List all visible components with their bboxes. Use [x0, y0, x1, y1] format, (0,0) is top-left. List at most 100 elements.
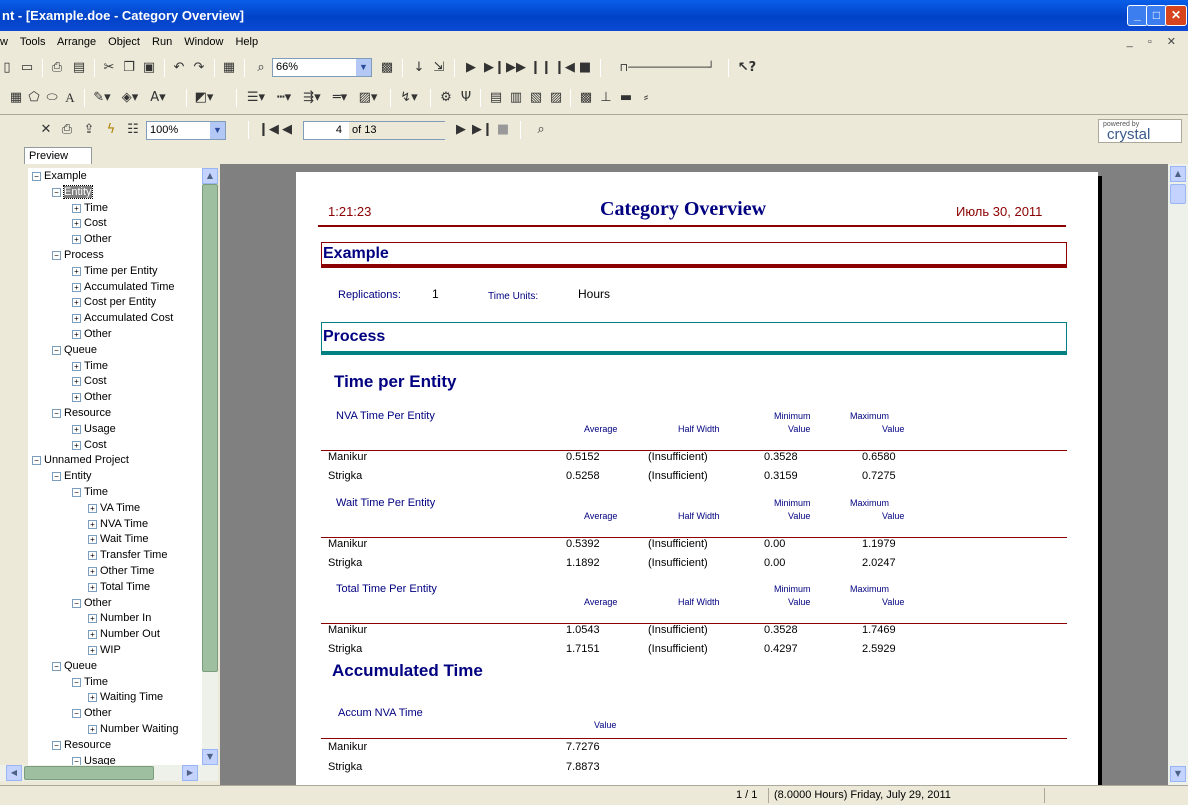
arrow-style-icon[interactable]: ⇶▾: [300, 88, 324, 108]
fast-forward-icon[interactable]: ▶▶: [506, 58, 526, 78]
tree-node-label[interactable]: Other: [84, 597, 112, 609]
expand-icon[interactable]: +: [88, 551, 97, 561]
tree-node-label[interactable]: Entity: [63, 184, 93, 199]
tree-node-label[interactable]: Example: [44, 170, 87, 182]
paste-icon[interactable]: ▣: [140, 58, 158, 78]
tree-node[interactable]: + Time: [72, 358, 108, 374]
line-width-icon[interactable]: ☰▾: [244, 88, 268, 108]
tree-node-label[interactable]: Wait Time: [100, 533, 149, 545]
tree-node[interactable]: − Resource: [52, 737, 111, 753]
collapse-icon[interactable]: −: [52, 472, 61, 482]
maximize-button[interactable]: □: [1146, 5, 1167, 26]
expand-icon[interactable]: +: [72, 330, 81, 339]
tree-node-label[interactable]: Time: [84, 486, 108, 498]
start-over-icon[interactable]: ❙◀: [554, 58, 575, 78]
grid-icon[interactable]: ▩: [378, 58, 396, 78]
tree-node[interactable]: + WIP: [88, 642, 121, 658]
tree-node-label[interactable]: Queue: [64, 344, 97, 356]
menu-item-help[interactable]: Help: [235, 36, 258, 48]
tree-node[interactable]: + Other: [72, 389, 112, 405]
tree-node-label[interactable]: Accumulated Cost: [84, 312, 173, 324]
cut-icon[interactable]: ✂: [100, 58, 118, 78]
previous-page-icon[interactable]: ◀: [278, 120, 296, 140]
undo-icon[interactable]: ↶: [170, 58, 188, 78]
tree-node-label[interactable]: Queue: [64, 660, 97, 672]
collapse-icon[interactable]: −: [32, 456, 41, 466]
dropdown-arrow-icon[interactable]: ▼: [210, 122, 225, 139]
expand-icon[interactable]: +: [88, 646, 97, 655]
tree-node[interactable]: + Cost: [72, 373, 107, 389]
tree-node-label[interactable]: Resource: [64, 407, 111, 419]
ellipse-icon[interactable]: ⬭: [44, 88, 60, 108]
collapse-icon[interactable]: −: [52, 661, 61, 671]
global-icon[interactable]: ▩: [578, 88, 594, 108]
tree-node[interactable]: + Time: [72, 200, 108, 216]
expand-icon[interactable]: +: [72, 440, 81, 450]
redo-icon[interactable]: ↷: [190, 58, 208, 78]
tree-node-label[interactable]: Usage: [84, 755, 116, 765]
tree-node[interactable]: − Unnamed Project: [32, 452, 129, 468]
tree-node-label[interactable]: Waiting Time: [100, 691, 163, 703]
tree-node[interactable]: + NVA Time: [88, 516, 148, 532]
tree-horizontal-scrollbar[interactable]: ◀ ▶: [0, 765, 218, 781]
scroll-up-icon[interactable]: ▲: [1170, 166, 1186, 182]
zoom-combo[interactable]: 66% ▼: [272, 58, 372, 77]
tree-node-label[interactable]: Entity: [64, 470, 92, 482]
expand-icon[interactable]: +: [72, 235, 81, 245]
expand-icon[interactable]: +: [72, 361, 81, 371]
tree-node[interactable]: − Usage: [72, 753, 116, 765]
tree-node[interactable]: + Number Out: [88, 626, 160, 642]
help-pointer-icon[interactable]: ↖?: [736, 58, 758, 78]
step-icon[interactable]: ▶❙: [484, 58, 505, 78]
expand-icon[interactable]: +: [88, 535, 97, 545]
collapse-icon[interactable]: −: [52, 187, 61, 197]
tree-node[interactable]: − Time: [72, 674, 108, 690]
storage-icon[interactable]: ▬: [618, 88, 634, 108]
last-page-icon[interactable]: ▶❙: [472, 120, 493, 140]
close-button[interactable]: ✕: [1165, 5, 1187, 26]
tree-node-label[interactable]: Other: [84, 391, 112, 403]
line-color-icon[interactable]: ✎▾: [90, 88, 114, 108]
tree-node[interactable]: + Other: [72, 231, 112, 247]
scroll-thumb[interactable]: [1170, 184, 1186, 204]
copy-icon[interactable]: ❐: [120, 58, 138, 78]
tree-node-label[interactable]: Time: [84, 676, 108, 688]
mdi-controls-icon[interactable]: _ ▫ ✕: [1127, 31, 1182, 53]
polygon-icon[interactable]: ⬠: [26, 88, 42, 108]
tree-node-label[interactable]: WIP: [100, 644, 121, 656]
tree-node[interactable]: + VA Time: [88, 500, 140, 516]
menu-item-arrange[interactable]: Arrange: [57, 36, 96, 48]
tree-node[interactable]: − Entity: [52, 468, 92, 484]
expand-icon[interactable]: +: [88, 630, 97, 640]
animate-connectors-icon[interactable]: ↯▾: [398, 88, 420, 108]
queue-icon[interactable]: ⚙: [438, 88, 454, 108]
print-preview-icon[interactable]: ▤: [70, 58, 88, 78]
export-icon[interactable]: ⇪: [80, 120, 98, 140]
scroll-down-icon[interactable]: ▼: [202, 749, 218, 765]
line-style-icon[interactable]: ┅▾: [272, 88, 296, 108]
page-number-field[interactable]: 4 of 13: [303, 121, 445, 140]
tree-node-label[interactable]: Time: [84, 360, 108, 372]
tree-node-label[interactable]: Other Time: [100, 565, 154, 577]
tree-node-label[interactable]: Other: [84, 233, 112, 245]
expand-icon[interactable]: +: [88, 519, 97, 529]
dropdown-arrow-icon[interactable]: ▼: [356, 59, 371, 76]
collapse-icon[interactable]: −: [72, 488, 81, 497]
tree-vertical-scrollbar[interactable]: ▲ ▼: [202, 168, 218, 765]
tree-node-label[interactable]: VA Time: [100, 502, 140, 514]
histogram-icon[interactable]: ▧: [528, 88, 544, 108]
pause-icon[interactable]: ❙❙: [530, 58, 552, 78]
tree-node-label[interactable]: Number Out: [100, 628, 160, 640]
print-report-icon[interactable]: ⎙: [58, 120, 76, 140]
menu-item-run[interactable]: Run: [152, 36, 172, 48]
expand-icon[interactable]: +: [88, 614, 97, 624]
expand-icon[interactable]: +: [72, 282, 81, 292]
expand-icon[interactable]: +: [72, 424, 81, 434]
tree-node[interactable]: + Cost per Entity: [72, 294, 156, 310]
layers-icon[interactable]: ▦: [220, 58, 238, 78]
tree-node-label[interactable]: Cost: [84, 439, 107, 451]
scroll-left-icon[interactable]: ◀: [6, 765, 22, 781]
tree-node[interactable]: + Accumulated Cost: [72, 310, 173, 326]
tree-node-label[interactable]: Usage: [84, 423, 116, 435]
background-color-icon[interactable]: ◩▾: [192, 88, 216, 108]
